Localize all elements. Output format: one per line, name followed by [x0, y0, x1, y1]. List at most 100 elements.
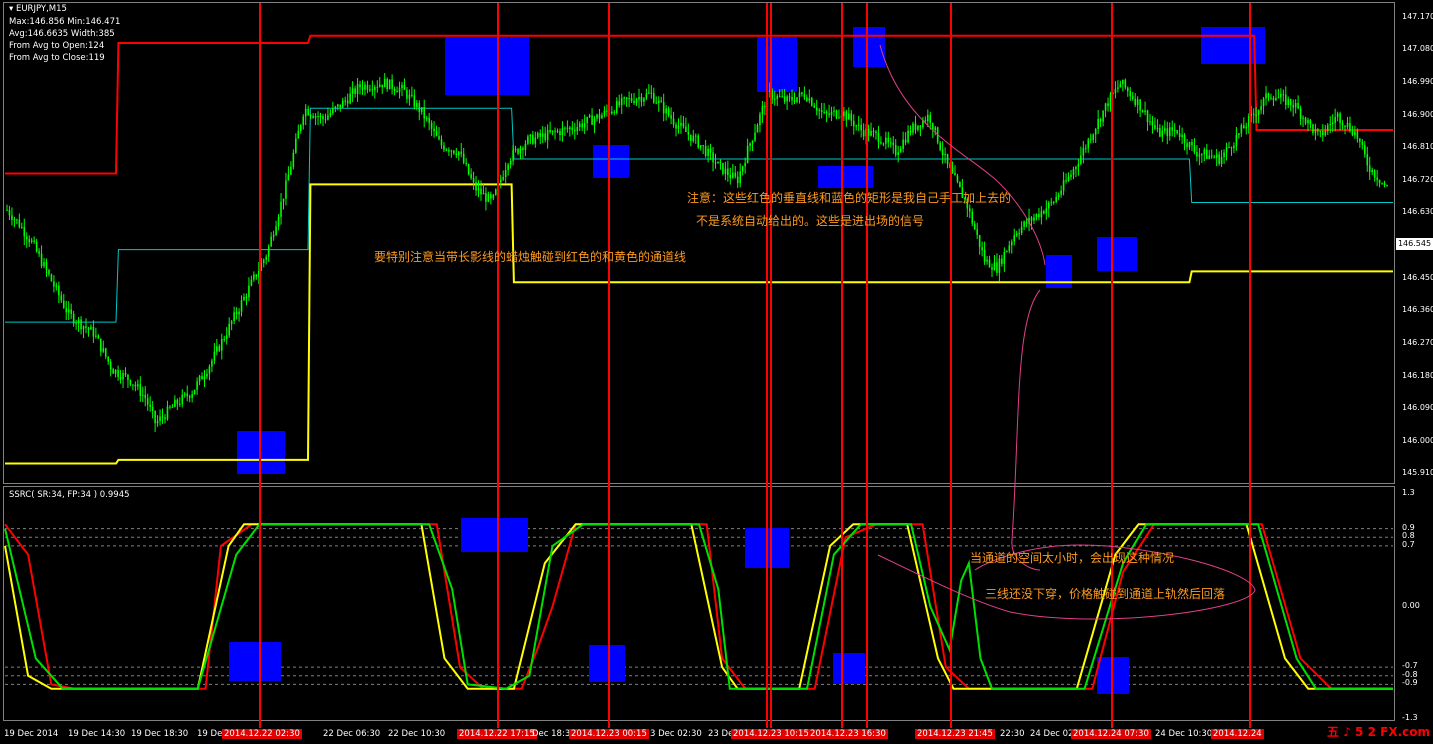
candle-body: [393, 88, 396, 91]
candle-body: [1102, 110, 1104, 122]
candle-body: [1373, 169, 1376, 178]
candle-body: [946, 154, 949, 164]
price-tick: 146.630: [1402, 207, 1433, 217]
candle-body: [1383, 182, 1386, 186]
candle-body: [50, 274, 53, 282]
candle-body: [164, 417, 166, 420]
candle-body: [376, 86, 379, 88]
candle-body: [603, 110, 606, 116]
candle-body: [848, 113, 850, 120]
candle-body: [754, 132, 756, 141]
candle-body: [702, 145, 704, 147]
candle-body: [398, 88, 401, 93]
candle-body: [186, 393, 189, 397]
candle-body: [1257, 110, 1260, 116]
price-tick: 147.170: [1402, 11, 1433, 21]
candle-body: [267, 246, 270, 257]
candle-body: [48, 270, 50, 275]
candle-body: [588, 115, 591, 117]
candle-body: [1114, 88, 1117, 93]
candle-body: [114, 369, 117, 374]
candle-body: [1124, 79, 1127, 88]
candle-body: [1001, 258, 1003, 264]
candle-body: [899, 148, 902, 153]
candle-body: [877, 133, 880, 143]
candle-body: [287, 174, 290, 181]
candle-body: [736, 176, 739, 184]
candle-body: [183, 393, 186, 395]
candle-body: [988, 259, 991, 268]
candle-body: [1094, 129, 1097, 135]
candle-body: [904, 139, 907, 143]
candle-body: [880, 142, 882, 144]
indicator-tick: 0.8: [1402, 531, 1415, 541]
candle-body: [1322, 130, 1324, 136]
candle-body: [371, 89, 374, 91]
candle-body: [830, 111, 833, 115]
candle-body: [902, 139, 904, 149]
candle-body: [551, 130, 554, 133]
candle-body: [45, 262, 48, 271]
stats-max-min: Max:146.856 Min:146.471: [9, 17, 121, 27]
candle-body: [813, 105, 816, 108]
candle-body: [445, 149, 448, 151]
candle-body: [1324, 131, 1327, 136]
candle-body: [1346, 122, 1349, 127]
candle-body: [536, 133, 539, 138]
candle-body: [907, 130, 909, 143]
candle-body: [85, 326, 87, 328]
candle-body: [1003, 251, 1006, 264]
candle-body: [640, 97, 643, 102]
candle-body: [117, 369, 119, 377]
time-tick: 2014.12.23 16:30: [808, 729, 888, 739]
candle-body: [690, 134, 692, 141]
candle-body: [1038, 214, 1040, 218]
candle-body: [509, 160, 512, 165]
candle-body: [1099, 118, 1102, 122]
candle-body: [139, 384, 142, 396]
candle-body: [112, 369, 114, 374]
candle-body: [134, 384, 137, 387]
candle-body: [1126, 87, 1129, 92]
candle-body: [127, 374, 129, 381]
candle-body: [1075, 166, 1077, 170]
candle-body: [428, 117, 430, 123]
candle-body: [203, 376, 206, 380]
candle-body: [174, 399, 176, 407]
candle-body: [28, 239, 31, 243]
candle-body: [411, 94, 413, 96]
chart-canvas[interactable]: [0, 0, 1433, 744]
indicator-tick: -1.3: [1402, 713, 1418, 722]
candle-body: [633, 100, 635, 103]
candle-body: [682, 122, 685, 127]
candle-body: [512, 149, 514, 161]
candle-body: [1203, 149, 1206, 154]
candle-body: [430, 122, 433, 129]
candle-body: [25, 236, 28, 240]
candle-body: [188, 396, 191, 398]
candle-body: [401, 84, 403, 89]
candle-body: [361, 87, 364, 90]
candle-body: [122, 372, 124, 380]
candle-body: [277, 216, 280, 227]
candle-body: [645, 93, 648, 99]
candle-body: [317, 115, 319, 117]
candle-body: [1240, 125, 1243, 134]
candle-body: [171, 406, 174, 408]
candle-body: [169, 406, 171, 408]
candle-body: [72, 313, 75, 324]
candle-body: [1287, 99, 1290, 106]
candle-body: [806, 97, 808, 101]
candle-body: [912, 123, 914, 133]
candle-body: [312, 115, 314, 118]
candle-body: [971, 211, 974, 224]
candle-body: [1085, 147, 1087, 149]
candle-body: [225, 335, 228, 339]
candle-body: [1055, 196, 1057, 202]
candle-body: [1030, 217, 1033, 221]
candle-body: [734, 172, 737, 177]
candle-body: [722, 162, 724, 174]
candle-body: [107, 356, 110, 362]
candle-body: [453, 150, 455, 154]
candle-body: [867, 128, 870, 136]
